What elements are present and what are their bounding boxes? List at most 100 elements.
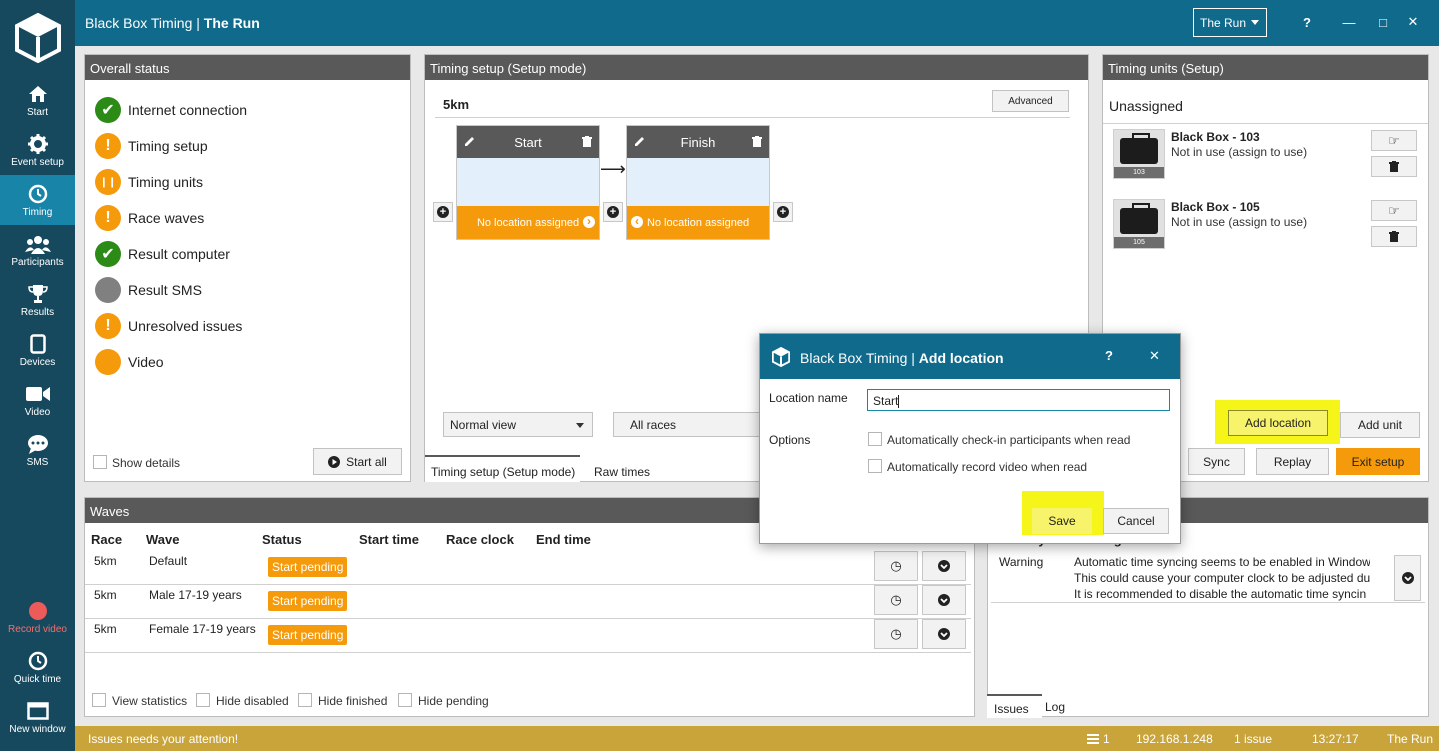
show-details-checkbox[interactable] (93, 455, 107, 469)
auto-checkin-checkbox[interactable] (868, 432, 882, 446)
auto-record-video-checkbox[interactable] (868, 459, 882, 473)
issue-message-line: It is recommended to disable the automat… (1074, 587, 1367, 601)
panel-header: Timing setup (Setup mode) (425, 55, 1088, 80)
expand-issue-button[interactable] (1394, 555, 1421, 601)
status-issues[interactable]: 1 issue (1234, 732, 1272, 746)
nav-record-video[interactable]: Record video (0, 592, 75, 642)
main-area: Overall status ✔ Internet connection ! T… (75, 46, 1439, 726)
dialog-title-main: Add location (918, 350, 1004, 366)
location-name-input[interactable]: Start (867, 389, 1170, 411)
nav-start[interactable]: Start (0, 75, 75, 125)
races-select-value: All races (630, 418, 677, 432)
edit-icon[interactable] (464, 135, 475, 150)
cancel-button[interactable]: Cancel (1103, 508, 1169, 534)
tab-issues[interactable]: Issues (987, 694, 1042, 718)
nav-label: Start (26, 106, 49, 118)
add-location-label: Add location (1244, 416, 1312, 430)
add-location-before-button[interactable]: + (433, 202, 453, 222)
delete-unit-button[interactable] (1371, 156, 1417, 177)
dialog-help-button[interactable]: ? (1105, 348, 1113, 363)
dialog-title: Black Box Timing | Add location (800, 350, 1004, 366)
nav-participants[interactable]: Participants (0, 225, 75, 275)
tab-timing-setup[interactable]: Timing setup (Setup mode) (425, 455, 580, 482)
tab-raw-times[interactable]: Raw times (594, 465, 650, 479)
close-button[interactable]: ✕ (1403, 12, 1423, 32)
table-row[interactable]: 5km Male 17-19 years Start pending ◷ (85, 585, 971, 619)
location-card-finish[interactable]: Finish ‹ No location assigned (626, 125, 770, 240)
tab-log[interactable]: Log (1045, 700, 1065, 714)
advanced-button[interactable]: Advanced (992, 90, 1069, 112)
hide-disabled-checkbox[interactable] (196, 693, 210, 707)
sync-button[interactable]: Sync (1188, 448, 1245, 475)
maximize-icon: □ (1379, 14, 1387, 30)
save-label: Save (1048, 514, 1076, 528)
nav-new-window[interactable]: New window (0, 692, 75, 742)
location-card-start[interactable]: Start No location assigned › (456, 125, 600, 240)
nav-sms[interactable]: SMS (0, 425, 75, 475)
start-wave-button[interactable]: ◷ (874, 585, 918, 615)
nav-quick-time[interactable]: Quick time (0, 642, 75, 692)
help-button[interactable]: ? (1297, 12, 1317, 32)
issue-row[interactable]: Warning Automatic time syncing seems to … (991, 551, 1425, 603)
checkbox-label: Hide disabled (216, 694, 289, 708)
expand-row-button[interactable] (922, 585, 966, 615)
nav-event-setup[interactable]: Event setup (0, 125, 75, 175)
location-footer[interactable]: ‹ No location assigned (627, 206, 769, 239)
race-title: 5km (443, 97, 470, 112)
expand-row-button[interactable] (922, 619, 966, 649)
replay-button[interactable]: Replay (1256, 448, 1329, 475)
hand-pointer-icon: ☞ (1388, 202, 1400, 218)
assign-unit-button[interactable]: ☞ (1371, 130, 1417, 151)
nav-timing[interactable]: Timing (0, 175, 75, 225)
app-logo-icon (772, 347, 790, 367)
chevron-down-icon (938, 628, 950, 640)
nav-results[interactable]: Results (0, 275, 75, 325)
column-header-end-time: End time (536, 532, 591, 547)
minimize-icon: — (1342, 14, 1356, 30)
nav-devices[interactable]: Devices (0, 325, 75, 375)
cell-wave: Male 17-19 years (149, 588, 242, 602)
expand-row-button[interactable] (922, 551, 966, 581)
minimize-button[interactable]: — (1339, 12, 1359, 32)
options-label: Options (769, 433, 811, 447)
divider (1103, 123, 1428, 124)
maximize-button[interactable]: □ (1373, 12, 1393, 32)
start-wave-button[interactable]: ◷ (874, 619, 918, 649)
hide-pending-checkbox[interactable] (398, 693, 412, 707)
nav-video[interactable]: Video (0, 375, 75, 425)
hide-finished-checkbox[interactable] (298, 693, 312, 707)
checkbox-label: Hide finished (318, 694, 388, 708)
close-icon: ✕ (1407, 14, 1419, 29)
record-icon (28, 600, 47, 622)
nav-label: Results (20, 306, 55, 318)
table-row[interactable]: 5km Female 17-19 years Start pending ◷ (85, 619, 971, 653)
add-location-button[interactable]: Add location (1228, 410, 1328, 436)
trash-icon[interactable] (752, 135, 762, 150)
add-unit-button[interactable]: Add unit (1340, 412, 1420, 438)
delete-unit-button[interactable] (1371, 226, 1417, 247)
races-select[interactable]: All races (613, 412, 763, 437)
save-button[interactable]: Save (1032, 508, 1092, 534)
status-label: Result SMS (128, 282, 202, 298)
assign-unit-button[interactable]: ☞ (1371, 200, 1417, 221)
edit-icon[interactable] (634, 135, 645, 150)
event-select[interactable]: The Run (1193, 8, 1267, 37)
plus-icon: + (777, 206, 789, 218)
app-logo (0, 0, 75, 75)
table-row[interactable]: 5km Default Start pending ◷ (85, 551, 971, 585)
start-all-button[interactable]: Start all (313, 448, 402, 475)
location-footer[interactable]: No location assigned › (457, 206, 599, 239)
view-statistics-checkbox[interactable] (92, 693, 106, 707)
dialog-close-button[interactable]: ✕ (1149, 348, 1160, 364)
view-select[interactable]: Normal view (443, 412, 593, 437)
start-wave-button[interactable]: ◷ (874, 551, 918, 581)
status-label: Unresolved issues (128, 318, 243, 334)
location-header: Finish (627, 126, 769, 158)
exit-setup-button[interactable]: Exit setup (1336, 448, 1420, 475)
location-footer-text: No location assigned (646, 216, 750, 229)
add-location-between-button[interactable]: + (603, 202, 623, 222)
trash-icon[interactable] (582, 135, 592, 150)
status-count: 1 (1103, 732, 1110, 746)
add-location-after-button[interactable]: + (773, 202, 793, 222)
plus-icon: + (437, 206, 449, 218)
